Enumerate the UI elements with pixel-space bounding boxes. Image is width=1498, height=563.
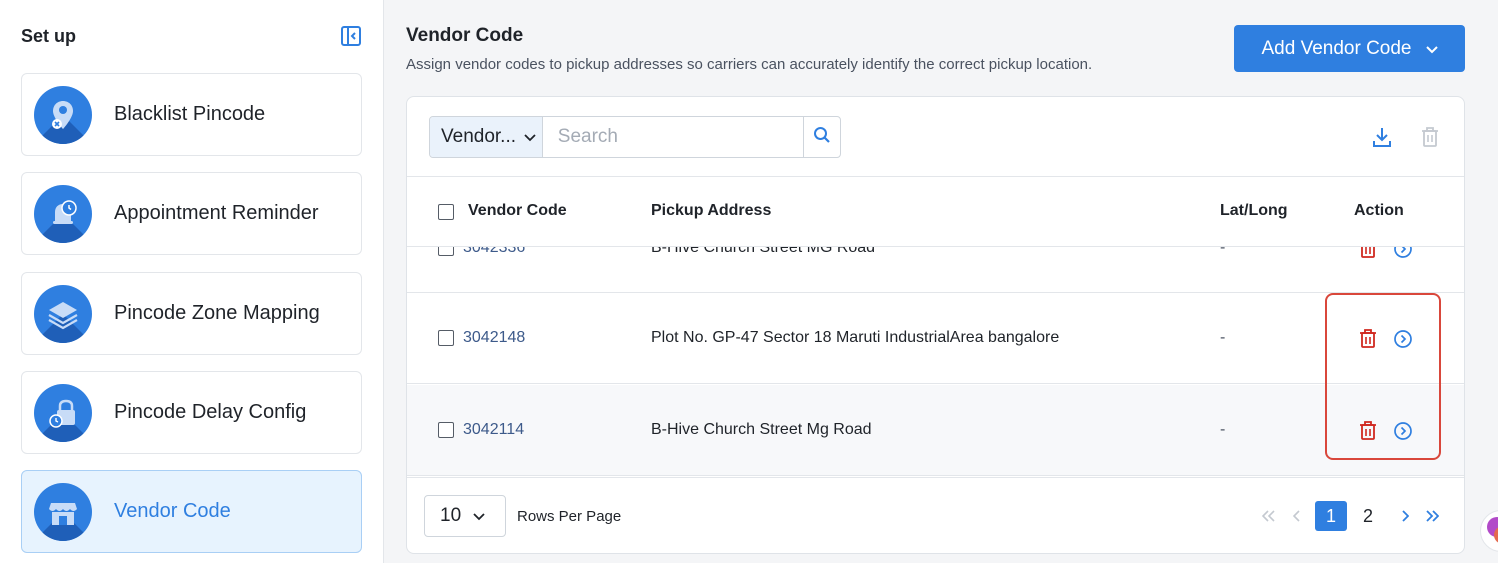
page-description: Assign vendor codes to pickup addresses …: [406, 56, 1093, 73]
sidebar-item-label: Vendor Code: [114, 500, 231, 522]
add-vendor-code-label: Add Vendor Code: [1261, 37, 1412, 59]
sidebar: Set up Blacklist Pincode Appointment Rem…: [0, 0, 384, 563]
table-toolbar: Vendor...: [407, 97, 1464, 177]
row-checkbox[interactable]: [438, 247, 454, 256]
search-filter-value: Vendor...: [441, 126, 517, 147]
location-pin-x-icon: [34, 85, 92, 144]
rows-per-page-select[interactable]: 10: [424, 495, 506, 537]
table-row: 3042336 B-Hive Church Street MG Road -: [407, 247, 1464, 293]
sidebar-item-label: Blacklist Pincode: [114, 103, 266, 125]
bell-clock-icon: [34, 184, 92, 243]
delete-icon[interactable]: [1357, 420, 1379, 442]
prev-page-icon[interactable]: [1287, 501, 1307, 531]
sidebar-item-appointment-reminder[interactable]: Appointment Reminder: [21, 172, 362, 255]
layers-icon: [34, 284, 92, 343]
sidebar-item-vendor-code[interactable]: Vendor Code: [21, 470, 362, 553]
sidebar-item-blacklist-pincode[interactable]: Blacklist Pincode: [21, 73, 362, 156]
vendor-code-card: Vendor... Vendor Code Pickup Address Lat…: [406, 96, 1465, 554]
store-icon: [34, 482, 92, 541]
row-checkbox[interactable]: [438, 422, 454, 438]
rows-per-page-value: 10: [440, 505, 462, 526]
chevron-down-icon: [524, 126, 536, 148]
delete-icon[interactable]: [1357, 328, 1379, 350]
row-checkbox[interactable]: [438, 330, 454, 346]
lat-long-value: -: [1220, 329, 1226, 346]
column-header-action: Action: [1354, 202, 1404, 219]
pickup-address: B-Hive Church Street MG Road: [651, 247, 876, 256]
table-footer: 10 Rows Per Page 1 2: [407, 477, 1464, 553]
table-row: 3042148 Plot No. GP-47 Sector 18 Maruti …: [407, 293, 1464, 384]
search-group: Vendor...: [429, 116, 841, 158]
delete-icon[interactable]: [1357, 247, 1379, 260]
search-input[interactable]: [542, 117, 803, 157]
page-1-button[interactable]: 1: [1315, 501, 1347, 531]
view-details-icon[interactable]: [1392, 247, 1414, 260]
view-details-icon[interactable]: [1392, 328, 1414, 350]
column-header-lat-long: Lat/Long: [1220, 202, 1288, 219]
table-body: 3042336 B-Hive Church Street MG Road - 3…: [407, 247, 1464, 477]
pickup-address: B-Hive Church Street Mg Road: [651, 421, 872, 438]
lat-long-value: -: [1220, 247, 1226, 256]
page-2-button[interactable]: 2: [1352, 501, 1384, 531]
sidebar-item-pincode-zone-mapping[interactable]: Pincode Zone Mapping: [21, 272, 362, 355]
vendor-code-link[interactable]: 3042148: [463, 329, 525, 347]
bulk-delete-icon[interactable]: [1418, 125, 1442, 149]
sidebar-title: Set up: [21, 25, 77, 46]
collapse-sidebar-icon[interactable]: [339, 24, 363, 48]
table-header: Vendor Code Pickup Address Lat/Long Acti…: [407, 177, 1464, 247]
sidebar-item-pincode-delay-config[interactable]: Pincode Delay Config: [21, 371, 362, 454]
search-filter-select[interactable]: Vendor...: [430, 117, 543, 157]
column-header-pickup-address: Pickup Address: [651, 202, 772, 219]
chevron-down-icon: [1425, 38, 1438, 60]
sidebar-item-label: Pincode Delay Config: [114, 401, 307, 423]
search-icon: [813, 126, 831, 149]
assistant-avatar-icon[interactable]: [1480, 510, 1498, 552]
add-vendor-code-button[interactable]: Add Vendor Code: [1234, 25, 1465, 72]
next-page-icon[interactable]: [1395, 501, 1415, 531]
search-button[interactable]: [802, 117, 840, 157]
lock-clock-icon: [34, 383, 92, 442]
view-details-icon[interactable]: [1392, 420, 1414, 442]
sidebar-header: Set up: [21, 24, 363, 48]
vendor-code-link[interactable]: 3042114: [463, 421, 524, 439]
chevron-down-icon: [473, 505, 485, 527]
sidebar-item-label: Pincode Zone Mapping: [114, 302, 320, 324]
vendor-code-link[interactable]: 3042336: [463, 247, 525, 257]
first-page-icon[interactable]: [1259, 501, 1279, 531]
select-all-checkbox[interactable]: [438, 204, 454, 220]
column-header-vendor-code: Vendor Code: [468, 202, 567, 219]
pickup-address: Plot No. GP-47 Sector 18 Maruti Industri…: [651, 329, 1060, 346]
download-icon[interactable]: [1370, 125, 1394, 149]
page-title: Vendor Code: [406, 25, 524, 46]
lat-long-value: -: [1220, 421, 1226, 438]
sidebar-item-label: Appointment Reminder: [114, 202, 319, 224]
table-row: 3042114 B-Hive Church Street Mg Road -: [407, 385, 1464, 476]
last-page-icon[interactable]: [1422, 501, 1442, 531]
rows-per-page-label: Rows Per Page: [517, 508, 622, 525]
